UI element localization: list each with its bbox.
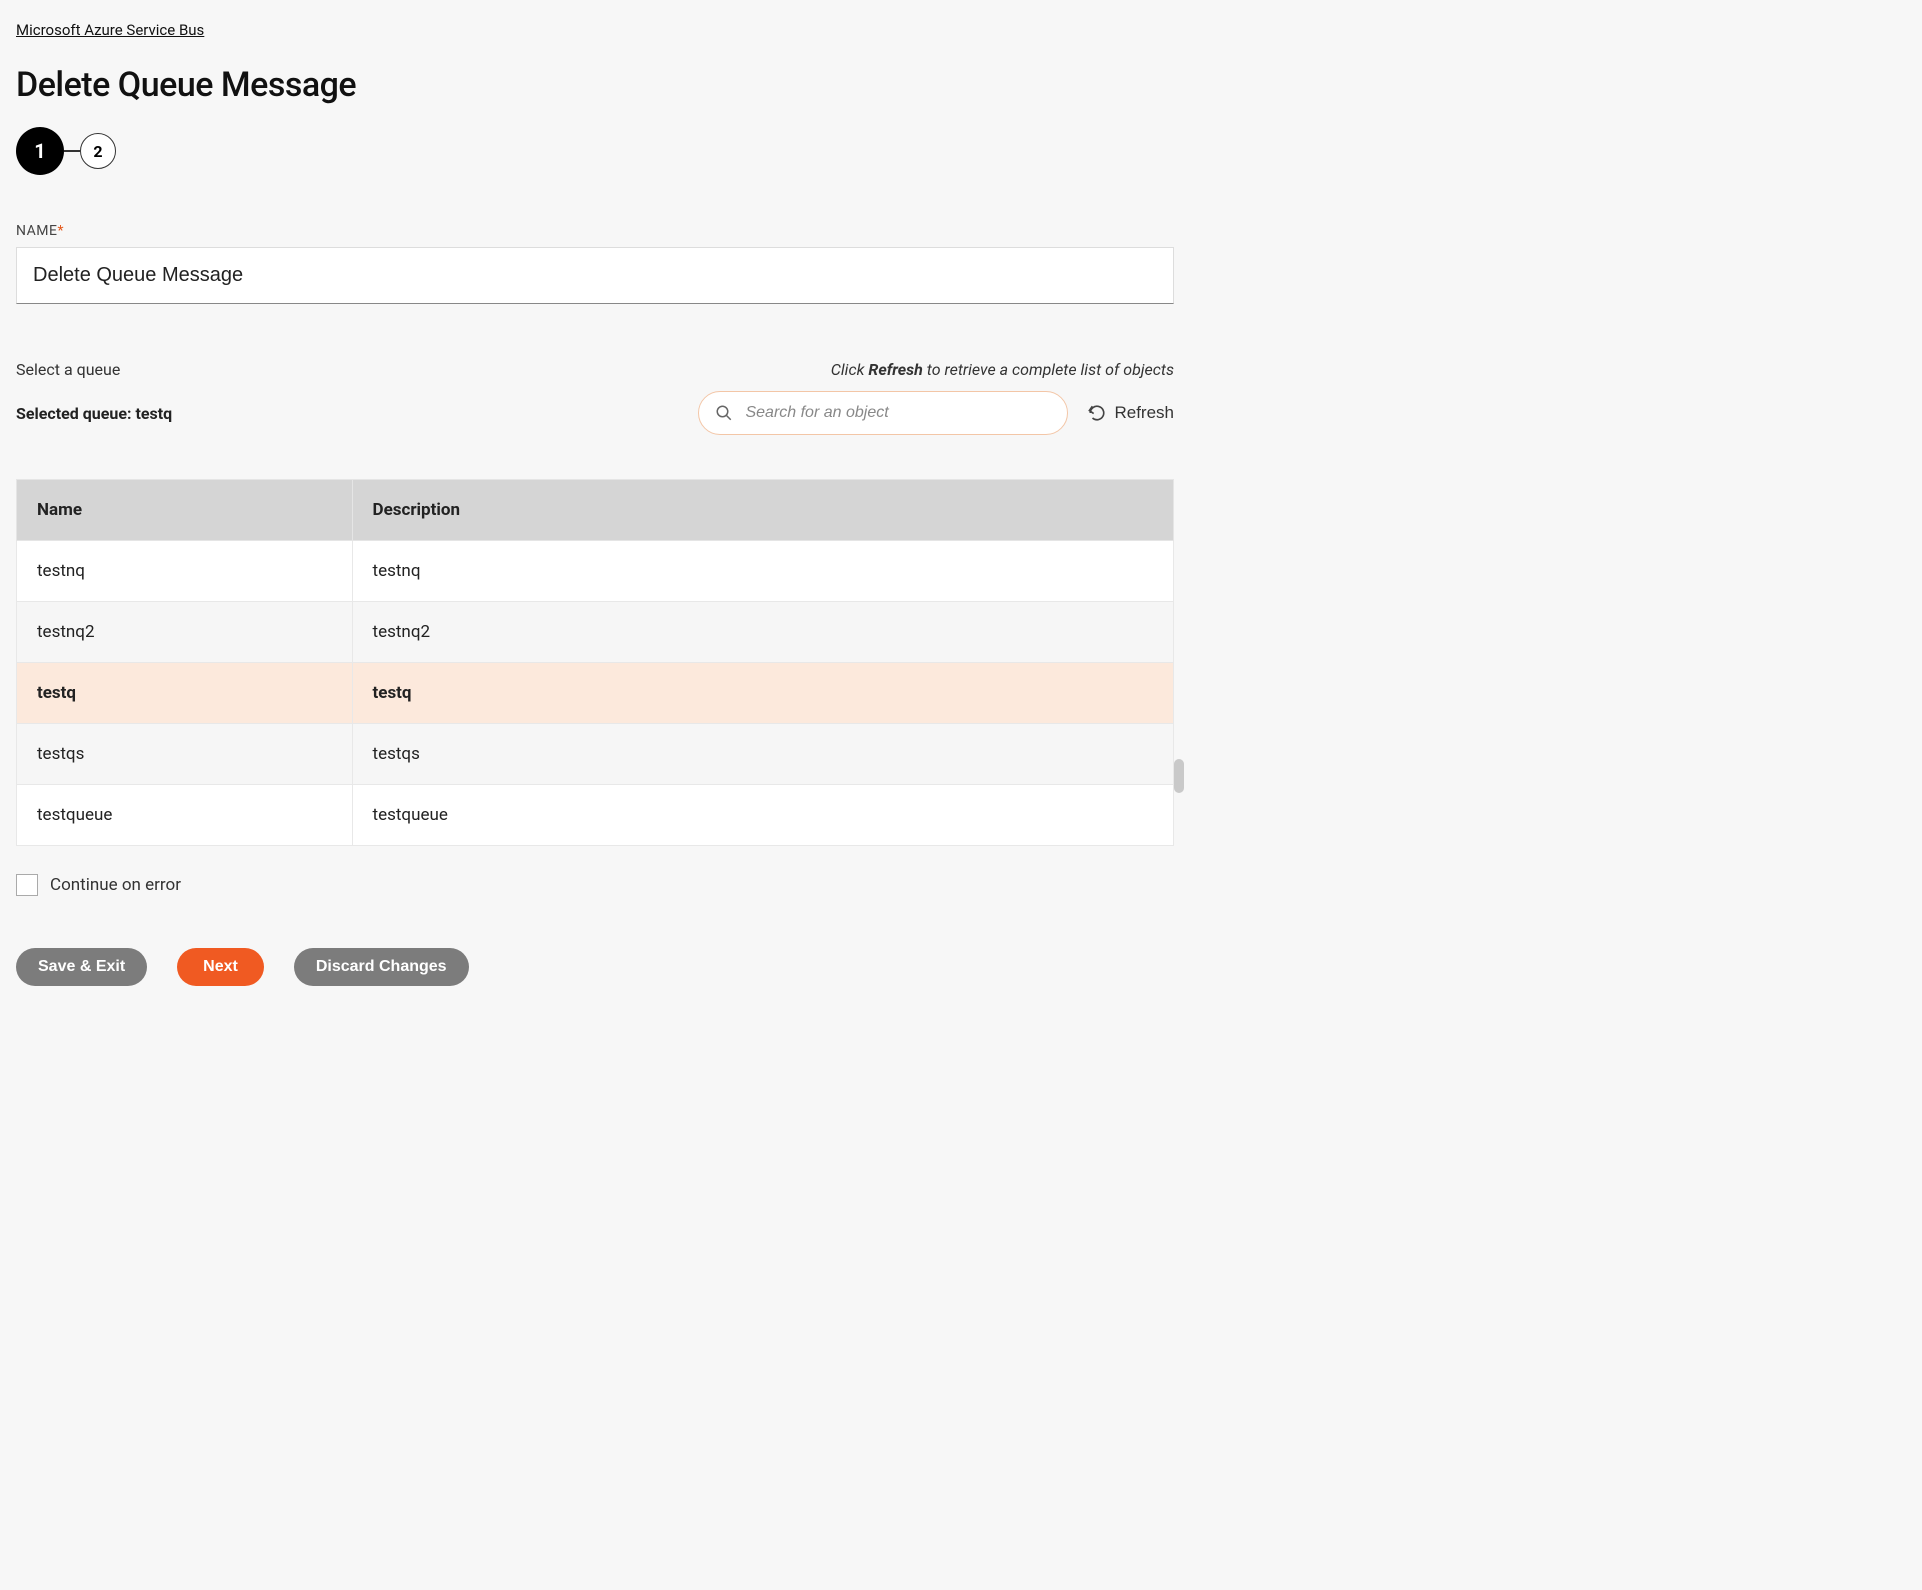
table-row[interactable]: testqstestqs (17, 724, 1174, 785)
table-row[interactable]: testqueuetestqueue (17, 785, 1174, 846)
breadcrumb: Microsoft Azure Service Bus (16, 20, 1174, 39)
search-input[interactable] (745, 404, 1051, 422)
name-input[interactable] (16, 247, 1174, 304)
queue-table-wrap: Name Description testnqtestnqtestnq2test… (16, 479, 1174, 846)
cell-description: testq (352, 663, 1173, 724)
refresh-icon (1088, 404, 1106, 422)
name-field-label: NAME* (16, 223, 1174, 239)
cell-name: testnq2 (17, 602, 353, 663)
page-title: Delete Queue Message (16, 65, 1174, 105)
cell-description: testqs (352, 724, 1173, 785)
select-queue-label: Select a queue (16, 360, 120, 379)
breadcrumb-link[interactable]: Microsoft Azure Service Bus (16, 21, 204, 39)
save-exit-button[interactable]: Save & Exit (16, 948, 147, 986)
search-box[interactable] (698, 391, 1068, 435)
cell-description: testnq2 (352, 602, 1173, 663)
continue-on-error-checkbox[interactable] (16, 874, 38, 896)
scrollbar-thumb[interactable] (1174, 759, 1184, 793)
discard-changes-button[interactable]: Discard Changes (294, 948, 469, 986)
refresh-button[interactable]: Refresh (1088, 403, 1174, 423)
action-bar: Save & Exit Next Discard Changes (16, 948, 1174, 986)
cell-name: testq (17, 663, 353, 724)
step-1[interactable]: 1 (16, 127, 64, 175)
step-connector (64, 150, 80, 152)
search-icon (715, 404, 733, 422)
step-2[interactable]: 2 (80, 133, 116, 169)
table-row[interactable]: testnqtestnq (17, 541, 1174, 602)
col-name-header[interactable]: Name (17, 480, 353, 541)
stepper: 1 2 (16, 127, 1174, 175)
col-description-header[interactable]: Description (352, 480, 1173, 541)
next-button[interactable]: Next (177, 948, 264, 986)
cell-name: testqs (17, 724, 353, 785)
cell-description: testqueue (352, 785, 1173, 846)
selected-queue-label: Selected queue: testq (16, 404, 172, 423)
refresh-hint: Click Refresh to retrieve a complete lis… (831, 360, 1174, 379)
continue-on-error-label[interactable]: Continue on error (50, 875, 181, 895)
cell-description: testnq (352, 541, 1173, 602)
cell-name: testnq (17, 541, 353, 602)
table-row[interactable]: testqtestq (17, 663, 1174, 724)
queue-table: Name Description testnqtestnqtestnq2test… (16, 479, 1174, 846)
table-row[interactable]: testnq2testnq2 (17, 602, 1174, 663)
cell-name: testqueue (17, 785, 353, 846)
